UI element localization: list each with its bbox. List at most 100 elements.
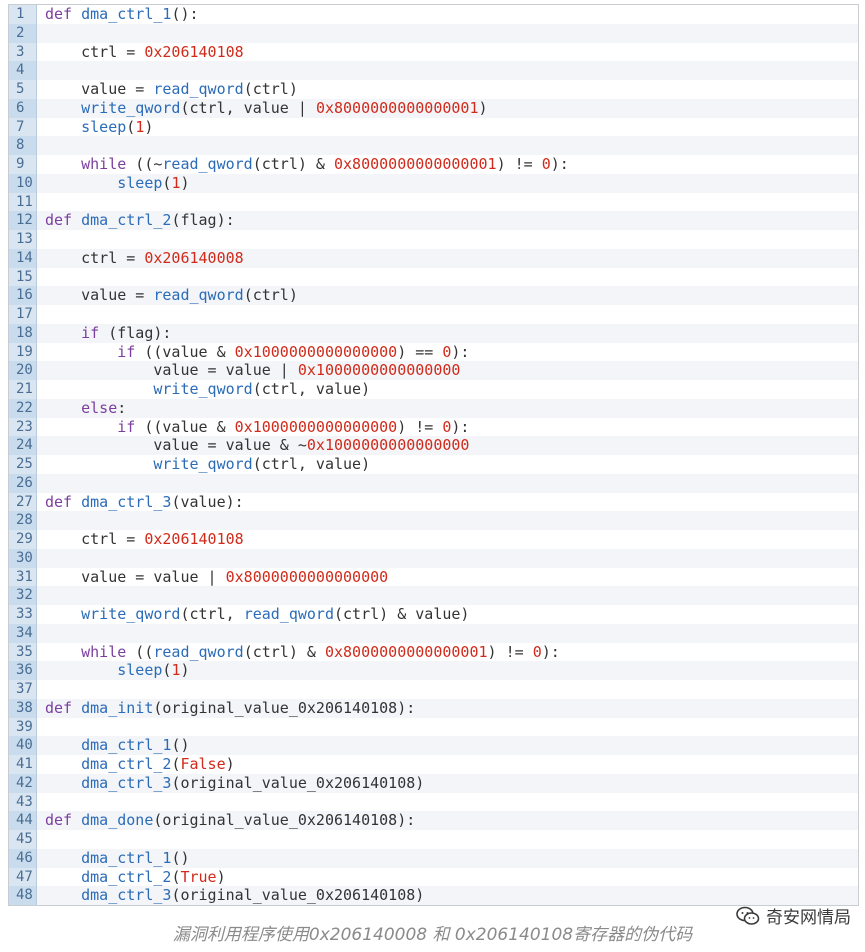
code-text: dma_ctrl_1()	[81, 848, 190, 867]
code-line: 42 dma_ctrl_3(original_value_0x206140108…	[9, 773, 858, 793]
line-number: 21	[9, 380, 37, 399]
line-number: 3	[9, 42, 37, 62]
line-number: 32	[9, 586, 37, 605]
code-line: 33 write_qword(ctrl, read_qword(ctrl) & …	[9, 605, 858, 624]
code-line: 19 if ((value & 0x1000000000000000) == 0…	[9, 342, 858, 362]
code-line: 47 dma_ctrl_2(True)	[9, 867, 858, 887]
code-line: 24 value = value & ~0x1000000000000000	[9, 436, 858, 455]
line-number: 7	[9, 117, 37, 137]
code-line: 20 value = value | 0x1000000000000000	[9, 361, 858, 380]
line-number: 23	[9, 417, 37, 437]
code-line: 35 while ((read_qword(ctrl) & 0x80000000…	[9, 642, 858, 662]
line-number: 1	[9, 5, 37, 24]
line-number: 35	[9, 642, 37, 662]
code-line: 29 ctrl = 0x206140108	[9, 530, 858, 549]
line-number: 37	[9, 680, 37, 699]
code-text: value = value & ~0x1000000000000000	[45, 436, 470, 455]
line-number: 11	[9, 192, 37, 212]
code-line: 14 ctrl = 0x206140008	[9, 248, 858, 268]
line-number: 29	[9, 530, 37, 549]
line-number: 12	[9, 211, 37, 230]
code-line: 10 sleep(1)	[9, 173, 858, 193]
code-text: sleep(1)	[117, 661, 190, 680]
code-line: 39	[9, 717, 858, 737]
code-text: def dma_ctrl_1():	[45, 5, 199, 23]
line-number: 46	[9, 848, 37, 868]
code-line: 12 def dma_ctrl_2(flag):	[9, 211, 858, 230]
line-number: 14	[9, 248, 37, 268]
code-line: 26	[9, 473, 858, 493]
code-line: 25 write_qword(ctrl, value)	[9, 455, 858, 474]
code-line: 6 write_qword(ctrl, value | 0x8000000000…	[9, 98, 858, 118]
line-number: 22	[9, 398, 37, 418]
code-text: write_qword(ctrl, value)	[153, 455, 371, 473]
line-number: 18	[9, 323, 37, 343]
code-text: value = read_qword(ctrl)	[45, 80, 298, 98]
code-line: 3 ctrl = 0x206140108	[9, 42, 858, 62]
line-number: 2	[9, 23, 37, 43]
code-text: if (flag):	[81, 323, 172, 342]
code-text: while ((~read_qword(ctrl) & 0x8000000000…	[81, 155, 569, 173]
line-number: 10	[9, 173, 37, 193]
code-text: dma_ctrl_1()	[81, 736, 190, 755]
line-number: 43	[9, 792, 37, 812]
code-text: write_qword(ctrl, value)	[153, 380, 371, 398]
code-text: if ((value & 0x1000000000000000) != 0):	[117, 417, 470, 436]
code-line: 18 if (flag):	[9, 323, 858, 343]
code-line: 8	[9, 136, 858, 155]
code-line: 44 def dma_done(original_value_0x20614010…	[9, 811, 858, 830]
line-number: 28	[9, 511, 37, 530]
line-number: 4	[9, 61, 37, 80]
line-number: 27	[9, 492, 37, 512]
line-number: 19	[9, 342, 37, 362]
code-line: 22 else:	[9, 398, 858, 418]
code-line: 2	[9, 23, 858, 43]
line-number: 42	[9, 773, 37, 793]
line-number: 25	[9, 455, 37, 474]
code-line: 43	[9, 792, 858, 812]
code-text: def dma_done(original_value_0x206140108)…	[45, 811, 416, 830]
code-line: 32	[9, 586, 858, 605]
code-line: 27 def dma_ctrl_3(value):	[9, 492, 858, 512]
code-text: while ((read_qword(ctrl) & 0x80000000000…	[81, 642, 560, 661]
figure-caption: 漏洞利用程序使用0x206140008 和 0x206140108寄存器的伪代码	[172, 925, 693, 945]
code-line: 45	[9, 830, 858, 849]
code-line: 46 dma_ctrl_1()	[9, 848, 858, 868]
code-line: 7 sleep(1)	[9, 117, 858, 137]
code-block: 1 def dma_ctrl_1(): 2 3 ctrl = 0x206140108 4…	[8, 4, 859, 906]
line-number: 47	[9, 867, 37, 887]
line-number: 40	[9, 736, 37, 755]
line-number: 41	[9, 755, 37, 774]
code-text: ctrl = 0x206140108	[45, 42, 244, 61]
code-text: value = value | 0x8000000000000000	[45, 567, 389, 586]
code-text: def dma_ctrl_3(value):	[45, 492, 244, 511]
code-text: dma_ctrl_2(False)	[81, 755, 235, 773]
code-line: 15	[9, 267, 858, 287]
code-line: 36 sleep(1)	[9, 661, 858, 680]
line-number: 48	[9, 886, 37, 905]
line-number: 44	[9, 811, 37, 830]
code-text: dma_ctrl_3(original_value_0x206140108)	[81, 886, 425, 905]
code-line: 23 if ((value & 0x1000000000000000) != 0…	[9, 417, 858, 437]
code-text: dma_ctrl_2(True)	[81, 867, 226, 886]
line-number: 17	[9, 305, 37, 324]
code-text: dma_ctrl_3(original_value_0x206140108)	[81, 773, 425, 792]
code-text: sleep(1)	[117, 173, 190, 192]
code-line: 9 while ((~read_qword(ctrl) & 0x80000000…	[9, 155, 858, 174]
code-line: 5 value = read_qword(ctrl)	[9, 80, 858, 99]
code-line: 48 dma_ctrl_3(original_value_0x206140108…	[9, 886, 858, 905]
code-line: 37	[9, 680, 858, 699]
code-line: 28	[9, 511, 858, 530]
line-number: 45	[9, 830, 37, 849]
